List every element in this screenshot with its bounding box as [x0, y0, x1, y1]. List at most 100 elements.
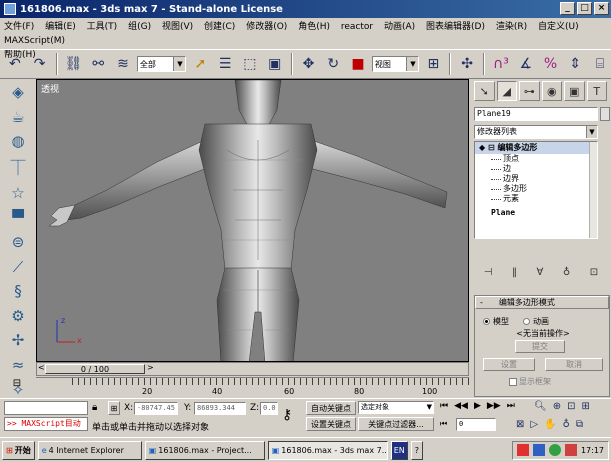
snap-icon[interactable]: ∩³ [490, 53, 512, 75]
configure-sets-icon[interactable]: ⊡ [590, 267, 598, 278]
menu-file[interactable]: 文件(F) [4, 22, 34, 32]
light-icon[interactable]: ⏉ [6, 157, 30, 178]
pin-stack-icon[interactable]: ⊣ [484, 267, 493, 278]
redo-icon[interactable]: ↷ [29, 53, 51, 75]
play-icon[interactable]: ▶ [474, 401, 481, 411]
next-frame-icon[interactable]: ▶▶ [487, 401, 501, 411]
sphere-icon[interactable]: ◍ [6, 132, 30, 151]
select-icon[interactable]: ➚ [189, 53, 211, 75]
region-select-icon[interactable]: ⬚ [239, 53, 261, 75]
menu-views[interactable]: 视图(V) [162, 22, 193, 32]
space-warp-icon[interactable]: ≈ [6, 356, 30, 375]
teapot-icon[interactable]: ☕ [6, 108, 30, 127]
bone-icon[interactable]: ⟋ [6, 257, 30, 276]
named-selection-icon[interactable]: ⌸ [589, 53, 611, 75]
auto-key-button[interactable]: 自动关键点 [306, 401, 356, 415]
slider-prev-icon[interactable]: < [38, 363, 45, 372]
gear-icon[interactable]: ⚙ [6, 307, 30, 326]
remove-modifier-icon[interactable]: ♁ [563, 267, 570, 278]
hierarchy-tab-icon[interactable]: ⊶ [519, 81, 540, 101]
reference-coordinate-dropdown[interactable]: 视图 ▼ [371, 56, 420, 72]
time-slider-thumb[interactable]: 0 / 100 [45, 364, 145, 374]
menu-animation[interactable]: 动画(A) [384, 22, 415, 32]
modify-tab-icon[interactable]: ◢ [496, 81, 517, 101]
taskbar-3dsmax-window[interactable]: ▣ 161806.max - 3ds max 7... [267, 440, 388, 460]
pan-icon[interactable]: ✋ [544, 419, 556, 430]
box-icon[interactable]: ▀ [6, 208, 30, 227]
arc-rotate-icon[interactable]: ♁ [563, 419, 570, 430]
stack-sub-vertex[interactable]: 顶点 [475, 154, 597, 164]
key-filters-button[interactable]: 关键点过滤器... [358, 417, 434, 431]
zoom-extents-icon[interactable]: ⊡ [567, 401, 575, 412]
stack-sub-element[interactable]: 元素 [475, 194, 597, 204]
cylinder-icon[interactable]: ⊜ [6, 233, 30, 252]
previous-frame-icon[interactable]: ◀◀ [454, 401, 468, 411]
fov-icon[interactable]: ▷ [530, 419, 538, 430]
language-indicator[interactable]: EN [390, 440, 408, 460]
select-by-name-icon[interactable]: ☰ [214, 53, 236, 75]
helper-icon[interactable]: ✢ [6, 331, 30, 350]
tray-alert-icon[interactable] [564, 444, 577, 456]
rotate-icon[interactable]: ↻ [322, 53, 344, 75]
go-to-end-icon[interactable]: ⏭ [507, 401, 515, 411]
absolute-mode-icon[interactable]: ⊞ [108, 401, 120, 415]
menu-modifiers[interactable]: 修改器(O) [246, 22, 287, 32]
menu-maxscript[interactable]: MAXScript(M) [4, 36, 65, 46]
star-icon[interactable]: ☆ [6, 184, 30, 203]
spring-icon[interactable]: § [6, 282, 30, 301]
utilities-tab-icon[interactable]: T [586, 81, 607, 101]
y-coord-field[interactable]: 86893.344 [194, 402, 246, 415]
menu-graph-editors[interactable]: 图表编辑器(D) [426, 22, 485, 32]
maxscript-output[interactable]: >> MAXScript目动 [4, 417, 88, 431]
lock-icon[interactable]: 🔒︎ [92, 402, 97, 413]
bind-space-warp-icon[interactable]: ≋ [112, 53, 134, 75]
commit-button[interactable]: 提交 [515, 340, 565, 353]
display-tab-icon[interactable]: ▣ [564, 81, 585, 101]
stack-item-plane[interactable]: Plane [475, 208, 597, 217]
make-unique-icon[interactable]: ∀ [537, 267, 544, 278]
object-color-swatch[interactable] [600, 107, 610, 121]
stack-item-edit-poly[interactable]: ◆ ⊟ 编辑多边形 [475, 142, 597, 154]
menu-group[interactable]: 组(G) [128, 22, 151, 32]
radio-model[interactable]: 模型 [483, 316, 509, 327]
select-manipulate-icon[interactable]: ✣ [456, 53, 478, 75]
window-crossing-icon[interactable]: ▣ [264, 53, 286, 75]
help-icon[interactable]: ? [410, 440, 423, 460]
selected-set-dropdown[interactable]: 选定对象 ▼ [358, 401, 434, 414]
rollout-header[interactable]: - 编辑多边形模式 [475, 296, 609, 309]
spinner-snap-icon[interactable]: ⇕ [564, 53, 586, 75]
taskbar-ie-group[interactable]: e 4 Internet Explorer [37, 440, 142, 460]
menu-create[interactable]: 创建(C) [204, 22, 235, 32]
tray-antivirus-icon[interactable] [548, 444, 561, 456]
set-key-button[interactable]: 设置关键点 [306, 417, 356, 431]
minimize-button[interactable]: _ [560, 2, 575, 15]
unlink-icon[interactable]: ⚯ [87, 53, 109, 75]
x-coord-field[interactable]: -80747.45 [134, 402, 178, 415]
menu-character[interactable]: 角色(H) [298, 22, 330, 32]
track-bar[interactable]: 20 40 60 80 100 [36, 377, 469, 397]
region-zoom-icon[interactable]: ⊠ [516, 419, 524, 430]
menu-reactor[interactable]: reactor [341, 22, 373, 32]
tray-network-icon[interactable] [532, 444, 545, 456]
stack-sub-border[interactable]: 边界 [475, 174, 597, 184]
maxscript-listener-field[interactable] [4, 401, 88, 415]
settings-button[interactable]: 设置 [483, 358, 535, 371]
create-geometry-icon[interactable]: ◈ [6, 83, 30, 102]
modifier-list-dropdown[interactable]: 修改器列表 ▼ [474, 125, 598, 139]
scale-icon[interactable]: ■ [347, 53, 369, 75]
taskbar-project-window[interactable]: ▣ 161806.max - Project... [144, 440, 265, 460]
key-mode-icon[interactable]: ⏮ [440, 419, 447, 429]
zoom-extents-all-icon[interactable]: ⊞ [581, 401, 589, 412]
pivot-center-icon[interactable]: ⊞ [422, 53, 444, 75]
stack-scrollbar[interactable] [589, 142, 597, 238]
object-name-field[interactable]: Plane19 [474, 107, 598, 121]
grid-icon[interactable]: ⊟ [2, 378, 32, 392]
tray-app-icon[interactable] [516, 444, 529, 456]
maximize-viewport-icon[interactable]: ⧉ [576, 419, 583, 430]
menu-edit[interactable]: 编辑(E) [45, 22, 76, 32]
zoom-icon[interactable]: 🔍︎ [534, 401, 547, 412]
motion-tab-icon[interactable]: ◉ [541, 81, 562, 101]
show-cage-checkbox[interactable]: 显示框架 [509, 376, 551, 387]
percent-snap-icon[interactable]: % [540, 53, 562, 75]
close-button[interactable]: × [594, 2, 609, 15]
